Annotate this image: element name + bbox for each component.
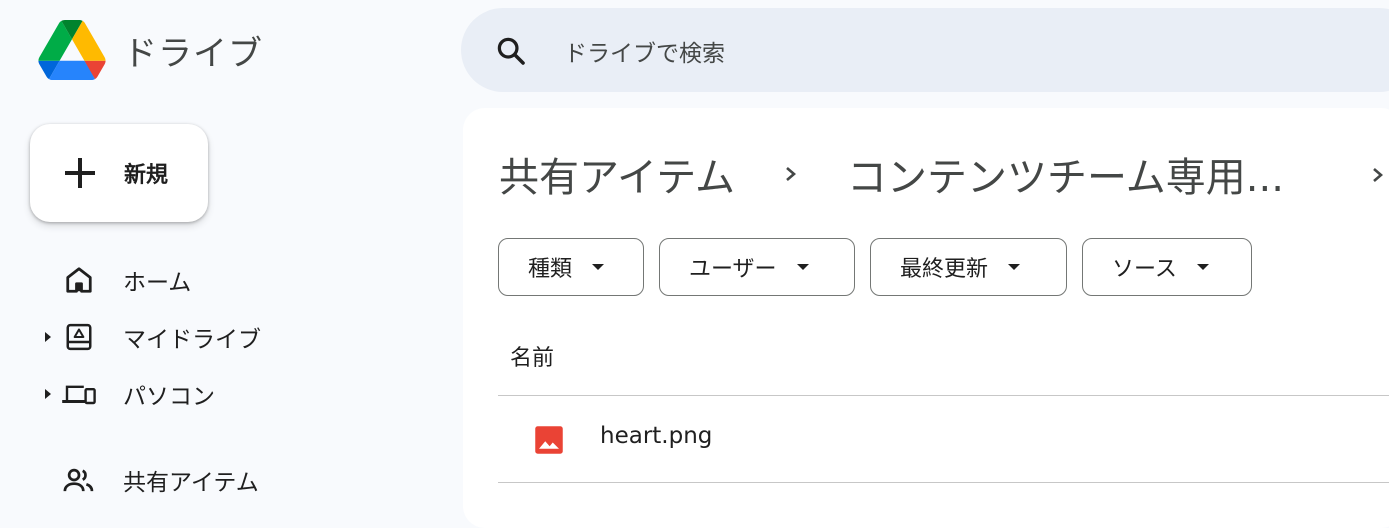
expand-caret-icon[interactable]: [45, 332, 51, 342]
sidebar-item-computers[interactable]: パソコン: [0, 366, 440, 422]
plus-icon: [65, 158, 95, 188]
chevron-right-icon: [1373, 168, 1383, 182]
new-button[interactable]: 新規: [30, 124, 208, 222]
filter-type[interactable]: 種類: [498, 238, 644, 296]
table-header: 名前: [498, 324, 1389, 396]
filter-source[interactable]: ソース: [1082, 238, 1252, 296]
column-header-name[interactable]: 名前: [510, 340, 554, 372]
my-drive-icon: [60, 320, 98, 354]
sidebar-item-label: パソコン: [123, 384, 215, 410]
filter-people[interactable]: ユーザー: [659, 238, 855, 296]
google-drive-logo-icon: [38, 20, 106, 80]
sidebar-item-label: ホーム: [123, 270, 192, 296]
filter-label: 種類: [528, 257, 573, 282]
drive-logo-link[interactable]: ドライブ: [38, 20, 263, 80]
search-input[interactable]: ドライブで検索: [461, 8, 1389, 92]
home-icon: [60, 263, 98, 297]
expand-caret-icon[interactable]: [45, 389, 51, 399]
main-content: 共有アイテム コンテンツチーム専用... 種類 ユーザー 最終更新 ソース 名前: [463, 108, 1389, 528]
sidebar: ドライブ 新規 ホーム マイドライブ パソコン 共有アイテム: [0, 0, 460, 496]
dropdown-arrow-icon: [1196, 264, 1209, 270]
filter-chips: 種類 ユーザー 最終更新 ソース: [498, 238, 1267, 296]
app-title: ドライブ: [123, 33, 263, 74]
computers-icon: [60, 377, 98, 411]
dropdown-arrow-icon: [796, 264, 809, 270]
sidebar-item-label: 共有アイテム: [123, 470, 259, 496]
shared-icon: [60, 463, 98, 497]
breadcrumb-item-folder[interactable]: コンテンツチーム専用...: [847, 145, 1284, 203]
breadcrumb: 共有アイテム コンテンツチーム専用...: [499, 146, 1284, 202]
new-button-label: 新規: [124, 163, 169, 188]
search-icon[interactable]: [494, 34, 528, 68]
image-file-icon: [535, 426, 563, 454]
filter-label: ソース: [1112, 257, 1177, 282]
chevron-right-icon: [786, 167, 796, 181]
filter-label: ユーザー: [689, 257, 777, 282]
table-row[interactable]: heart.png: [498, 396, 1389, 483]
search-placeholder: ドライブで検索: [564, 41, 725, 67]
sidebar-item-shared[interactable]: 共有アイテム: [0, 452, 440, 508]
sidebar-item-label: マイドライブ: [123, 327, 261, 353]
filter-modified[interactable]: 最終更新: [870, 238, 1067, 296]
file-name: heart.png: [600, 423, 713, 449]
sidebar-item-my-drive[interactable]: マイドライブ: [0, 309, 440, 365]
filter-label: 最終更新: [900, 257, 989, 282]
breadcrumb-item-shared[interactable]: 共有アイテム: [499, 145, 735, 203]
dropdown-arrow-icon: [1008, 264, 1021, 270]
sidebar-item-home[interactable]: ホーム: [0, 252, 440, 308]
dropdown-arrow-icon: [592, 264, 605, 270]
